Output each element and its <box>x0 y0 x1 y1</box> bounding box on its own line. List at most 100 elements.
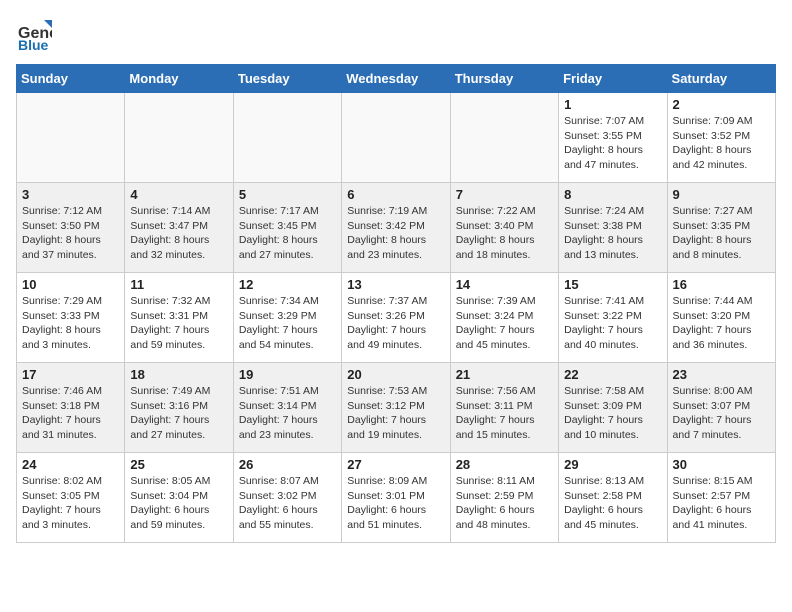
calendar-cell <box>125 93 233 183</box>
calendar-cell: 30 Sunrise: 8:15 AM Sunset: 2:57 PM Dayli… <box>667 453 775 543</box>
day-number: 21 <box>456 367 553 382</box>
day-number: 2 <box>673 97 770 112</box>
day-info: Sunrise: 8:05 AM Sunset: 3:04 PM Dayligh… <box>130 474 227 533</box>
day-number: 1 <box>564 97 661 112</box>
calendar-cell: 8 Sunrise: 7:24 AM Sunset: 3:38 PM Daylig… <box>559 183 667 273</box>
week-row-2: 3 Sunrise: 7:12 AM Sunset: 3:50 PM Daylig… <box>17 183 776 273</box>
day-number: 26 <box>239 457 336 472</box>
calendar-cell: 27Sunrise: 8:09 AM Sunset: 3:01 PM Dayli… <box>342 453 450 543</box>
day-number: 8 <box>564 187 661 202</box>
header-monday: Monday <box>125 65 233 93</box>
calendar-table: SundayMondayTuesdayWednesdayThursdayFrid… <box>16 64 776 543</box>
day-info: Sunrise: 7:19 AM Sunset: 3:42 PM Dayligh… <box>347 204 444 263</box>
day-info: Sunrise: 8:00 AM Sunset: 3:07 PM Dayligh… <box>673 384 770 443</box>
calendar-cell: 23 Sunrise: 8:00 AM Sunset: 3:07 PM Dayli… <box>667 363 775 453</box>
header-saturday: Saturday <box>667 65 775 93</box>
day-info: Sunrise: 7:34 AM Sunset: 3:29 PM Dayligh… <box>239 294 336 353</box>
day-number: 18 <box>130 367 227 382</box>
day-number: 20 <box>347 367 444 382</box>
day-info: Sunrise: 7:12 AM Sunset: 3:50 PM Dayligh… <box>22 204 119 263</box>
logo-icon: General Blue <box>16 16 52 52</box>
calendar-cell: 22 Sunrise: 7:58 AM Sunset: 3:09 PM Dayli… <box>559 363 667 453</box>
week-row-5: 24Sunrise: 8:02 AM Sunset: 3:05 PM Dayli… <box>17 453 776 543</box>
day-number: 29 <box>564 457 661 472</box>
week-row-4: 17 Sunrise: 7:46 AM Sunset: 3:18 PM Dayli… <box>17 363 776 453</box>
day-info: Sunrise: 7:09 AM Sunset: 3:52 PM Dayligh… <box>673 114 770 173</box>
day-info: Sunrise: 7:56 AM Sunset: 3:11 PM Dayligh… <box>456 384 553 443</box>
day-info: Sunrise: 7:58 AM Sunset: 3:09 PM Dayligh… <box>564 384 661 443</box>
day-info: Sunrise: 8:09 AM Sunset: 3:01 PM Dayligh… <box>347 474 444 533</box>
calendar-cell: 19Sunrise: 7:51 AM Sunset: 3:14 PM Dayli… <box>233 363 341 453</box>
calendar-cell <box>342 93 450 183</box>
calendar-cell: 15 Sunrise: 7:41 AM Sunset: 3:22 PM Dayli… <box>559 273 667 363</box>
logo: General Blue <box>16 16 56 52</box>
calendar-cell <box>450 93 558 183</box>
calendar-cell: 13 Sunrise: 7:37 AM Sunset: 3:26 PM Dayli… <box>342 273 450 363</box>
day-number: 7 <box>456 187 553 202</box>
calendar-cell: 26 Sunrise: 8:07 AM Sunset: 3:02 PM Dayli… <box>233 453 341 543</box>
day-info: Sunrise: 7:44 AM Sunset: 3:20 PM Dayligh… <box>673 294 770 353</box>
calendar-cell: 4 Sunrise: 7:14 AM Sunset: 3:47 PM Daylig… <box>125 183 233 273</box>
day-number: 14 <box>456 277 553 292</box>
header-thursday: Thursday <box>450 65 558 93</box>
day-info: Sunrise: 7:29 AM Sunset: 3:33 PM Dayligh… <box>22 294 119 353</box>
day-number: 12 <box>239 277 336 292</box>
day-info: Sunrise: 8:07 AM Sunset: 3:02 PM Dayligh… <box>239 474 336 533</box>
day-number: 9 <box>673 187 770 202</box>
calendar-cell: 12 Sunrise: 7:34 AM Sunset: 3:29 PM Dayli… <box>233 273 341 363</box>
calendar-cell: 1Sunrise: 7:07 AM Sunset: 3:55 PM Daylig… <box>559 93 667 183</box>
day-info: Sunrise: 7:41 AM Sunset: 3:22 PM Dayligh… <box>564 294 661 353</box>
day-number: 11 <box>130 277 227 292</box>
day-number: 17 <box>22 367 119 382</box>
day-info: Sunrise: 7:14 AM Sunset: 3:47 PM Dayligh… <box>130 204 227 263</box>
calendar-cell: 17 Sunrise: 7:46 AM Sunset: 3:18 PM Dayli… <box>17 363 125 453</box>
header: General Blue <box>16 16 776 52</box>
calendar-cell: 29 Sunrise: 8:13 AM Sunset: 2:58 PM Dayli… <box>559 453 667 543</box>
calendar-cell: 10Sunrise: 7:29 AM Sunset: 3:33 PM Dayli… <box>17 273 125 363</box>
day-info: Sunrise: 8:15 AM Sunset: 2:57 PM Dayligh… <box>673 474 770 533</box>
day-info: Sunrise: 7:46 AM Sunset: 3:18 PM Dayligh… <box>22 384 119 443</box>
calendar-cell <box>17 93 125 183</box>
header-sunday: Sunday <box>17 65 125 93</box>
calendar-cell: 11Sunrise: 7:32 AM Sunset: 3:31 PM Dayli… <box>125 273 233 363</box>
calendar-cell: 5 Sunrise: 7:17 AM Sunset: 3:45 PM Daylig… <box>233 183 341 273</box>
header-friday: Friday <box>559 65 667 93</box>
day-number: 5 <box>239 187 336 202</box>
calendar-cell: 18Sunrise: 7:49 AM Sunset: 3:16 PM Dayli… <box>125 363 233 453</box>
day-number: 16 <box>673 277 770 292</box>
calendar-cell: 21 Sunrise: 7:56 AM Sunset: 3:11 PM Dayli… <box>450 363 558 453</box>
day-number: 19 <box>239 367 336 382</box>
header-tuesday: Tuesday <box>233 65 341 93</box>
day-info: Sunrise: 7:37 AM Sunset: 3:26 PM Dayligh… <box>347 294 444 353</box>
calendar-cell: 16 Sunrise: 7:44 AM Sunset: 3:20 PM Dayli… <box>667 273 775 363</box>
day-number: 3 <box>22 187 119 202</box>
calendar-cell: 28 Sunrise: 8:11 AM Sunset: 2:59 PM Dayli… <box>450 453 558 543</box>
day-info: Sunrise: 7:53 AM Sunset: 3:12 PM Dayligh… <box>347 384 444 443</box>
day-number: 22 <box>564 367 661 382</box>
day-number: 24 <box>22 457 119 472</box>
calendar-cell: 25 Sunrise: 8:05 AM Sunset: 3:04 PM Dayli… <box>125 453 233 543</box>
day-info: Sunrise: 8:13 AM Sunset: 2:58 PM Dayligh… <box>564 474 661 533</box>
day-info: Sunrise: 7:22 AM Sunset: 3:40 PM Dayligh… <box>456 204 553 263</box>
calendar-cell: 9 Sunrise: 7:27 AM Sunset: 3:35 PM Daylig… <box>667 183 775 273</box>
day-number: 28 <box>456 457 553 472</box>
calendar-cell: 2 Sunrise: 7:09 AM Sunset: 3:52 PM Daylig… <box>667 93 775 183</box>
day-number: 30 <box>673 457 770 472</box>
header-row: SundayMondayTuesdayWednesdayThursdayFrid… <box>17 65 776 93</box>
day-number: 13 <box>347 277 444 292</box>
calendar-cell <box>233 93 341 183</box>
day-info: Sunrise: 8:11 AM Sunset: 2:59 PM Dayligh… <box>456 474 553 533</box>
day-number: 4 <box>130 187 227 202</box>
day-number: 23 <box>673 367 770 382</box>
day-info: Sunrise: 7:17 AM Sunset: 3:45 PM Dayligh… <box>239 204 336 263</box>
day-info: Sunrise: 7:27 AM Sunset: 3:35 PM Dayligh… <box>673 204 770 263</box>
day-info: Sunrise: 7:24 AM Sunset: 3:38 PM Dayligh… <box>564 204 661 263</box>
day-info: Sunrise: 7:39 AM Sunset: 3:24 PM Dayligh… <box>456 294 553 353</box>
week-row-1: 1Sunrise: 7:07 AM Sunset: 3:55 PM Daylig… <box>17 93 776 183</box>
calendar-cell: 20 Sunrise: 7:53 AM Sunset: 3:12 PM Dayli… <box>342 363 450 453</box>
day-number: 15 <box>564 277 661 292</box>
header-wednesday: Wednesday <box>342 65 450 93</box>
day-number: 25 <box>130 457 227 472</box>
day-number: 6 <box>347 187 444 202</box>
calendar-cell: 3 Sunrise: 7:12 AM Sunset: 3:50 PM Daylig… <box>17 183 125 273</box>
